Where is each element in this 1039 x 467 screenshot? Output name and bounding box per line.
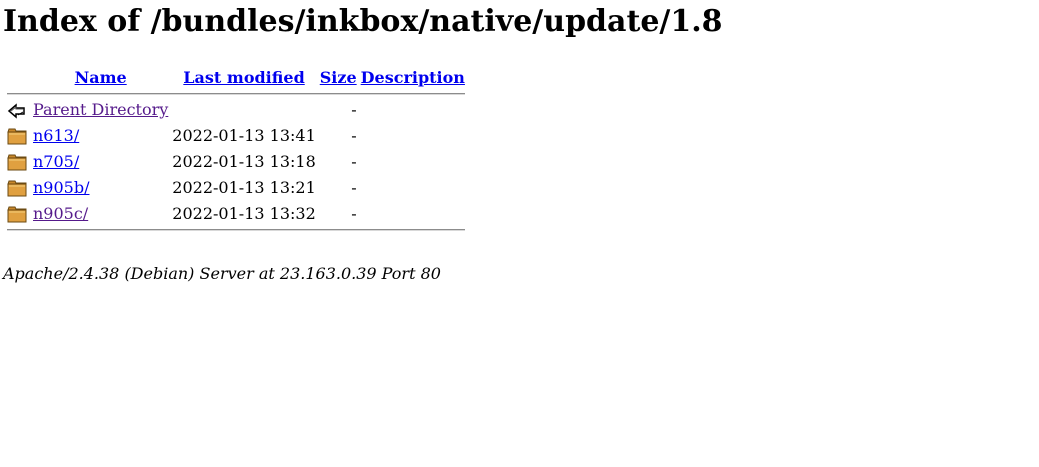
header-divider	[7, 93, 465, 95]
size-cell: -	[351, 178, 357, 197]
entry-link[interactable]: n705/	[33, 152, 79, 171]
size-cell: -	[351, 152, 357, 171]
directory-listing-table: Name Last modified Size Description Pare…	[4, 64, 468, 234]
last-modified-cell: 2022-01-13 13:18	[172, 152, 316, 171]
header-last-modified: Last modified	[171, 66, 316, 90]
sort-by-size-link[interactable]: Size	[320, 68, 357, 87]
folder-icon	[7, 125, 27, 147]
table-row: n905b/2022-01-13 13:21 -	[6, 176, 466, 200]
header-name: Name	[32, 66, 169, 90]
last-modified-cell	[171, 98, 316, 122]
entry-link[interactable]: n905c/	[33, 204, 88, 223]
description-cell	[360, 124, 466, 148]
page-title: Index of /bundles/inkbox/native/update/1…	[3, 4, 723, 39]
table-row: Parent Directory -	[6, 98, 466, 122]
header-separator-row	[6, 92, 466, 96]
size-cell: -	[351, 126, 357, 145]
table-row: n613/2022-01-13 13:41 -	[6, 124, 466, 148]
size-cell: -	[351, 100, 357, 119]
listing-body: Parent Directory - n613/2022-01-13 13:41- n…	[6, 98, 466, 226]
sort-by-last-modified-link[interactable]: Last modified	[183, 68, 304, 87]
description-cell	[360, 202, 466, 226]
table-row: n905c/2022-01-13 13:32 -	[6, 202, 466, 226]
description-cell	[360, 176, 466, 200]
description-cell	[360, 98, 466, 122]
sort-by-name-link[interactable]: Name	[75, 68, 127, 87]
last-modified-cell: 2022-01-13 13:21	[172, 178, 316, 197]
last-modified-cell: 2022-01-13 13:32	[172, 204, 316, 223]
footer-separator-row	[6, 228, 466, 232]
server-signature: Apache/2.4.38 (Debian) Server at 23.163.…	[3, 264, 441, 283]
back-icon	[7, 99, 27, 121]
folder-icon	[7, 203, 27, 225]
last-modified-cell: 2022-01-13 13:41	[172, 126, 316, 145]
table-header-row: Name Last modified Size Description	[6, 66, 466, 90]
footer-divider	[7, 229, 465, 231]
description-cell	[360, 150, 466, 174]
size-cell: -	[351, 204, 357, 223]
table-row: n705/2022-01-13 13:18 -	[6, 150, 466, 174]
header-icon-column	[6, 66, 30, 90]
entry-link[interactable]: n905b/	[33, 178, 89, 197]
parent-directory-link[interactable]: Parent Directory	[33, 100, 168, 119]
entry-link[interactable]: n613/	[33, 126, 79, 145]
sort-by-description-link[interactable]: Description	[361, 68, 465, 87]
header-description: Description	[360, 66, 466, 90]
folder-icon	[7, 177, 27, 199]
header-size: Size	[319, 66, 358, 90]
folder-icon	[7, 151, 27, 173]
